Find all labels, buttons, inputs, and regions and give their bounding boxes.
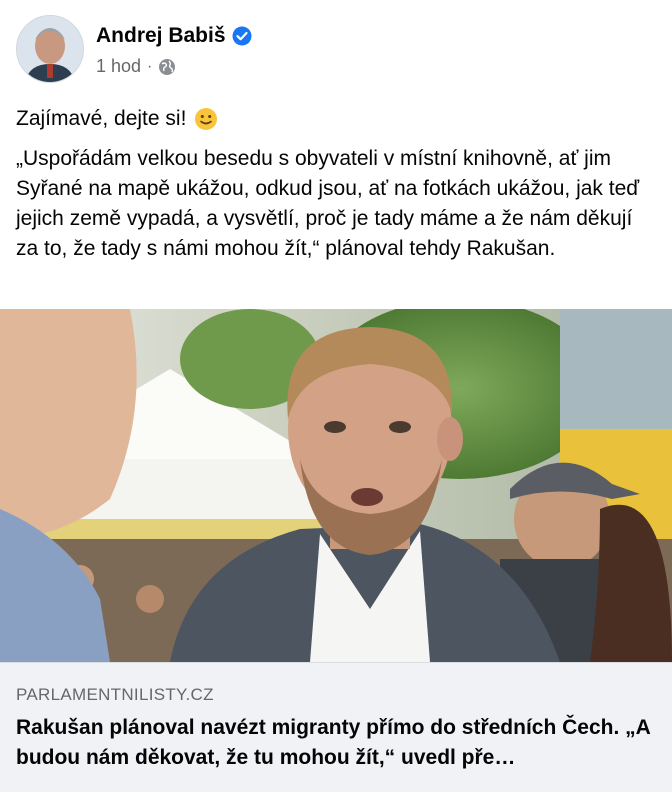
post-timestamp[interactable]: 1 hod [96, 56, 141, 77]
link-domain: PARLAMENTNILISTY.CZ [16, 685, 214, 704]
article-photo-image [0, 309, 672, 662]
post-meta: 1 hod · [96, 56, 176, 77]
post-intro-line: Zajímavé, dejte si! [16, 104, 656, 134]
verified-badge-icon [232, 26, 252, 46]
post-photo[interactable] [0, 309, 672, 662]
facebook-post: Andrej Babiš 1 hod · Zajímavé, dejte si! [0, 0, 672, 800]
post-quote: „Uspořádám velkou besedu s obyvateli v m… [16, 147, 640, 260]
post-text: Zajímavé, dejte si! „Uspořádám velkou be… [16, 104, 656, 264]
slightly-smiling-face-emoji [194, 107, 218, 131]
avatar-portrait-icon [17, 16, 83, 82]
author-avatar[interactable] [16, 15, 84, 83]
post-bottom-spacer [0, 792, 672, 800]
author-name[interactable]: Andrej Babiš [96, 24, 226, 48]
globe-icon[interactable] [158, 58, 176, 76]
post-intro: Zajímavé, dejte si! [16, 107, 187, 130]
link-title[interactable]: Rakušan plánoval navézt migranty přímo d… [16, 713, 656, 773]
link-preview[interactable]: PARLAMENTNILISTY.CZ Rakušan plánoval nav… [0, 662, 672, 793]
meta-separator: · [147, 57, 153, 75]
author-row: Andrej Babiš [96, 24, 252, 48]
